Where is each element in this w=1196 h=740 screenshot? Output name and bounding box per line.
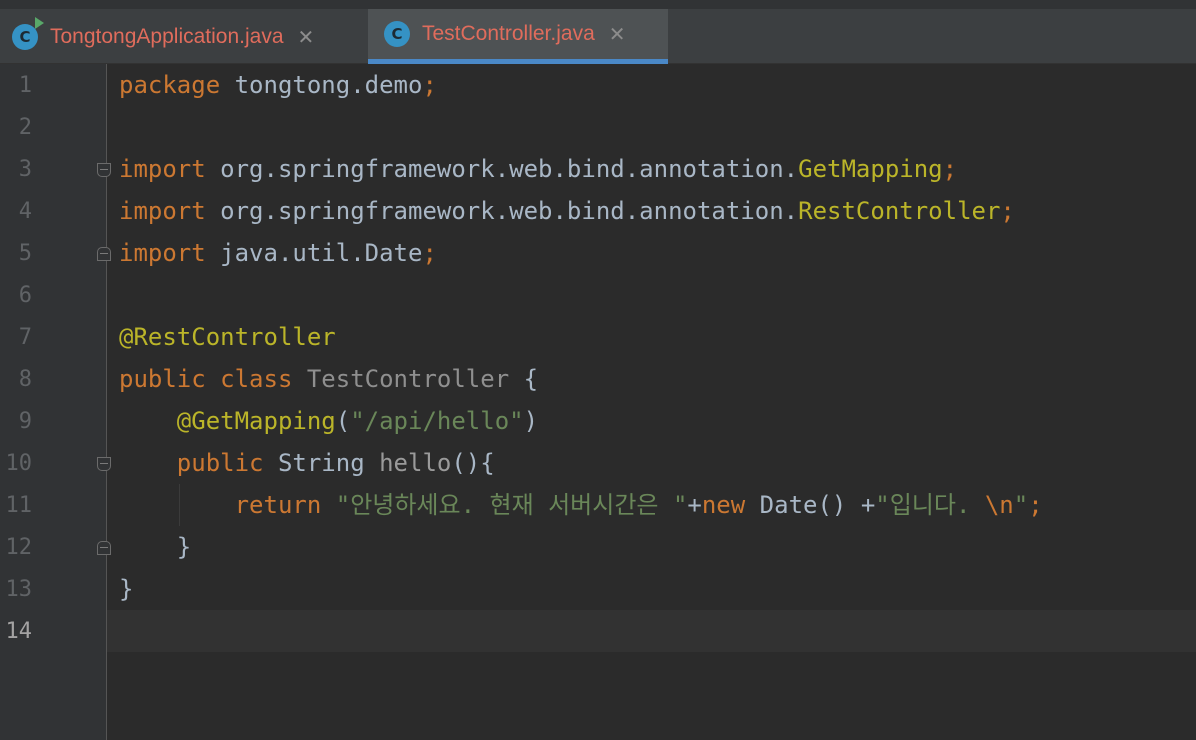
close-icon[interactable]: ✕: [298, 25, 315, 49]
tab-test-controller[interactable]: C TestController.java ✕: [368, 9, 668, 64]
run-badge-icon: [35, 16, 44, 29]
code-line-4: import org.springframework.web.bind.anno…: [119, 190, 1015, 232]
string-literal: "/api/hello": [350, 407, 524, 435]
line-number: 6: [18, 283, 32, 308]
code-line-8: public class TestController {: [119, 358, 538, 400]
tab-label: TongtongApplication.java: [50, 24, 284, 48]
paren: (){: [451, 449, 495, 477]
method-name: hello: [364, 449, 452, 477]
brace: {: [509, 365, 539, 393]
import-path: org.springframework.web.bind.annotation.: [205, 197, 799, 225]
package-name: tongtong.demo: [234, 71, 423, 99]
code-line-9: @GetMapping("/api/hello"): [119, 400, 538, 442]
keyword: import: [119, 155, 206, 183]
semicolon: ;: [422, 71, 437, 99]
paren: (: [335, 407, 351, 435]
fold-open-icon[interactable]: [97, 457, 111, 471]
semicolon: ;: [1028, 491, 1043, 519]
string-literal: "입니다.: [875, 491, 985, 519]
line-number: 12: [5, 535, 33, 560]
semicolon: ;: [422, 239, 437, 267]
line-number: 13: [5, 577, 33, 602]
code-line-13: }: [119, 568, 133, 610]
paren: ): [523, 407, 539, 435]
imported-class: GetMapping: [798, 155, 943, 183]
line-number-current: 14: [5, 619, 33, 644]
line-number: 11: [5, 493, 33, 518]
fold-close-icon[interactable]: [97, 247, 111, 261]
operator: +: [860, 491, 876, 519]
brace: }: [119, 575, 134, 603]
code-line-12: }: [119, 526, 191, 568]
semicolon: ;: [942, 155, 958, 183]
editor-tab-bar: C TongtongApplication.java ✕ C TestContr…: [0, 0, 1196, 64]
current-line-highlight: [107, 610, 1196, 652]
semicolon: ;: [1000, 197, 1015, 225]
code-line-3: import org.springframework.web.bind.anno…: [119, 148, 957, 190]
line-number: 1: [18, 73, 32, 98]
keyword: public: [119, 365, 206, 393]
line-number: 4: [18, 199, 32, 224]
line-number-gutter[interactable]: 1 2 3 4 5 6 7 8 9 10 11 12 13 14: [0, 64, 107, 740]
code-line-10: public String hello(){: [119, 442, 495, 484]
tab-label: TestController.java: [422, 22, 595, 45]
string-literal: ": [1013, 491, 1029, 519]
annotation: @GetMapping: [176, 407, 336, 435]
tab-tongtong-application[interactable]: C TongtongApplication.java ✕: [0, 9, 366, 64]
line-number: 8: [18, 367, 32, 392]
code-line-1: package tongtong.demo;: [119, 64, 437, 106]
line-number: 7: [18, 325, 32, 350]
code-line-7: @RestController: [119, 316, 336, 358]
keyword: package: [119, 71, 221, 99]
brace: }: [176, 533, 192, 561]
class-name: TestController: [292, 365, 510, 393]
code-line-5: import java.util.Date;: [119, 232, 437, 274]
tab-bar-top-strip: [0, 0, 1196, 9]
code-line-11: return "안녕하세요. 현재 서버시간은 "+new Date() +"입…: [119, 484, 1043, 526]
keyword: return: [234, 491, 322, 519]
keyword: import: [119, 239, 206, 267]
line-number: 9: [18, 409, 32, 434]
fold-open-icon[interactable]: [97, 163, 111, 177]
operator: +: [687, 491, 702, 519]
keyword: class: [205, 365, 293, 393]
imported-class: RestController: [798, 197, 1001, 225]
string-literal: "안녕하세요. 현재 서버시간은 ": [321, 491, 688, 519]
line-number: 10: [5, 451, 33, 476]
escape-sequence: \n: [984, 491, 1014, 519]
annotation: @RestController: [119, 323, 336, 351]
keyword: public: [176, 449, 264, 477]
line-number: 2: [18, 115, 32, 140]
import-path: java.util.Date: [205, 239, 423, 267]
line-number: 5: [18, 241, 32, 266]
java-class-icon: C: [384, 21, 410, 47]
constructor-call: Date(): [745, 491, 861, 519]
close-icon[interactable]: ✕: [609, 22, 626, 46]
keyword: import: [119, 197, 206, 225]
line-number: 3: [18, 157, 32, 182]
type-name: String: [263, 449, 365, 477]
java-class-run-icon: C: [12, 16, 44, 50]
fold-close-icon[interactable]: [97, 541, 111, 555]
keyword: new: [701, 491, 746, 519]
import-path: org.springframework.web.bind.annotation.: [205, 155, 799, 183]
